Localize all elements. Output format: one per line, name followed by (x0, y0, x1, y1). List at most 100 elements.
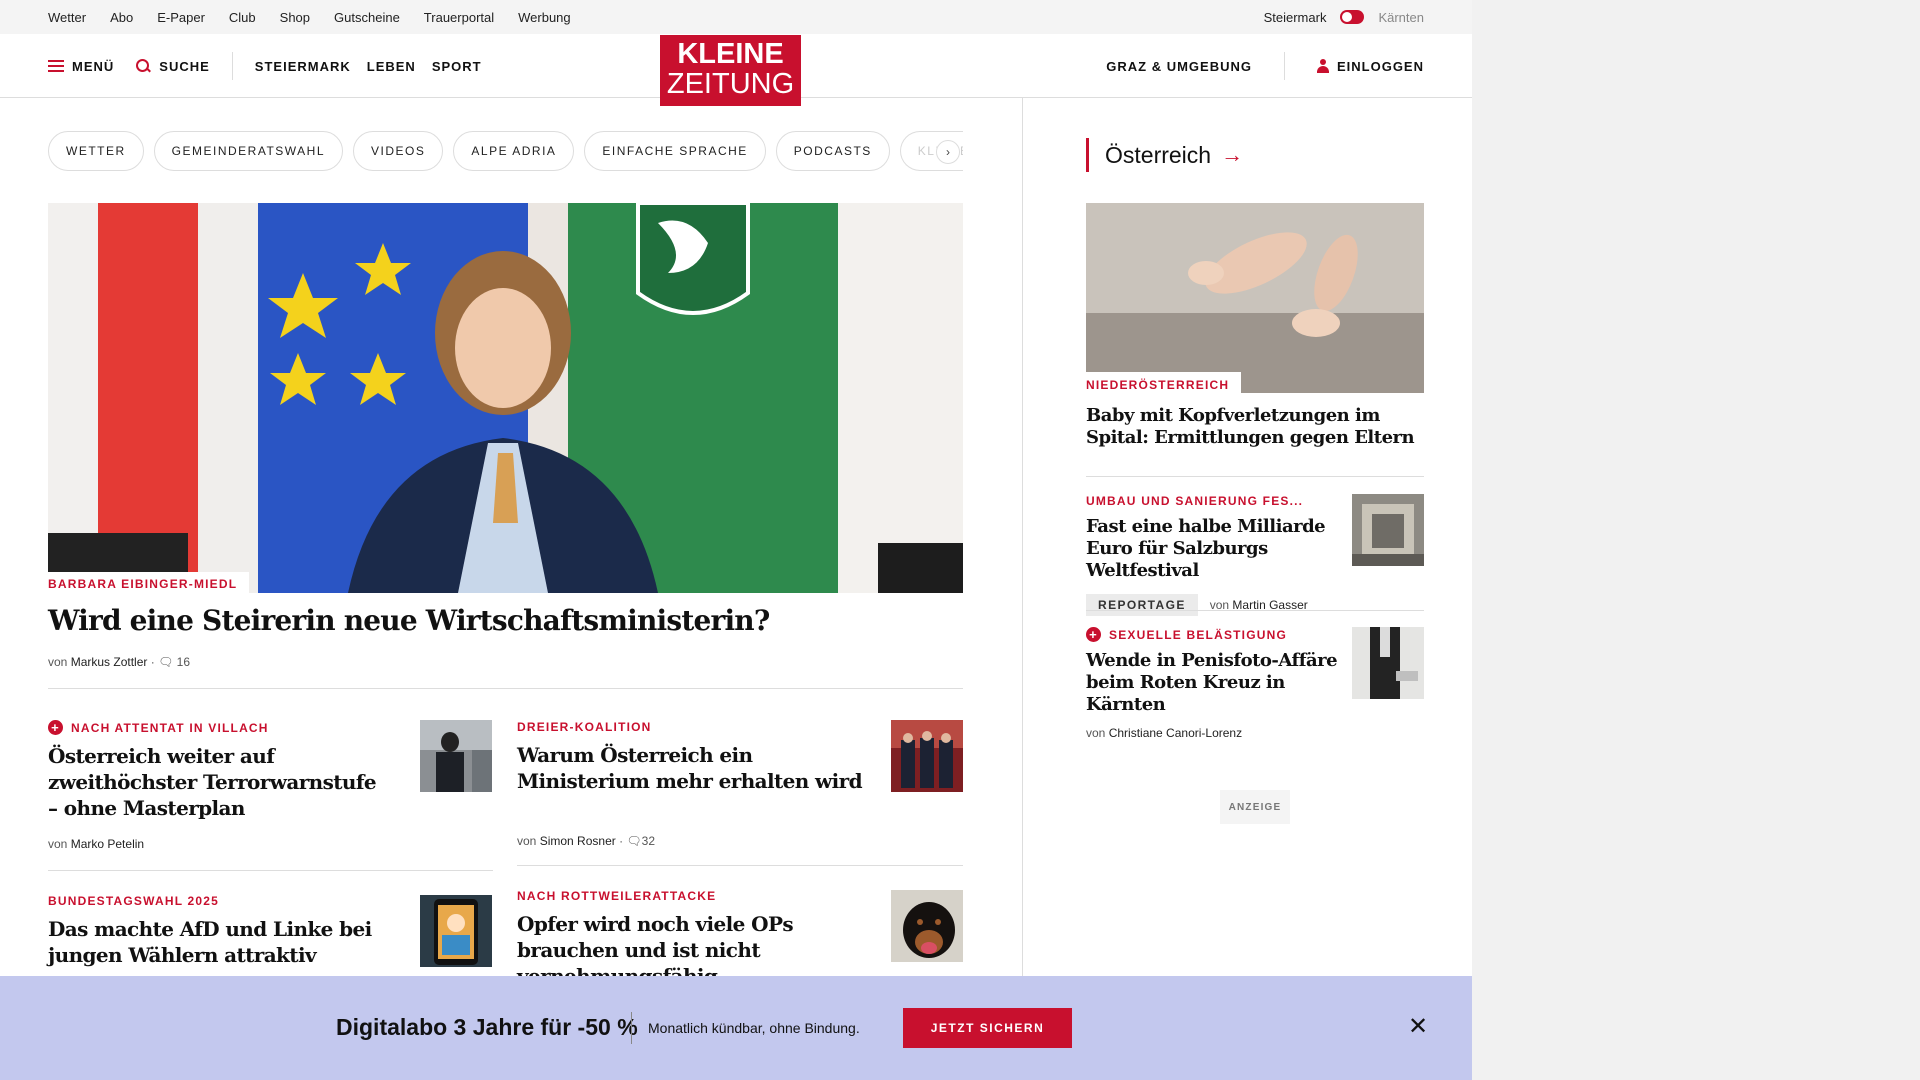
article-title: Das machte AfD und Linke bei jungen Wähl… (48, 917, 372, 967)
hero-separator (48, 688, 963, 689)
util-link-abo[interactable]: Abo (110, 10, 133, 25)
chip-podcasts[interactable]: PODCASTS (775, 131, 890, 171)
ad-label: ANZEIGE (1220, 790, 1290, 824)
byline-prefix: von (48, 837, 68, 851)
article-thumbnail[interactable] (420, 895, 492, 967)
article-card[interactable]: + NACH ATTENTAT IN VILLACH Österreich wei… (48, 720, 378, 851)
region-switch: Steiermark Kärnten (1264, 0, 1424, 34)
baby-feet-illustration (1086, 203, 1424, 393)
byline-prefix: von (1086, 726, 1106, 740)
region-toggle[interactable] (1340, 10, 1365, 24)
nav-steiermark[interactable]: STEIERMARK (255, 59, 351, 74)
util-link-shop[interactable]: Shop (280, 10, 310, 25)
util-link-epaper[interactable]: E-Paper (157, 10, 205, 25)
header-divider-right (1283, 52, 1285, 80)
chip-videos[interactable]: VIDEOS (353, 131, 444, 171)
util-link-club[interactable]: Club (229, 10, 256, 25)
header-nav: MENÜ SUCHE STEIERMARK LEBEN SPORT (48, 34, 498, 98)
page: Wetter Abo E-Paper Club Shop Gutscheine … (0, 0, 1472, 1080)
side-title[interactable]: Baby mit Kopfverletzungen im Spital: Erm… (1086, 405, 1424, 449)
side-byline: von Christiane Canori-Lorenz (1086, 726, 1346, 740)
article-comment-count[interactable]: 32 (642, 834, 655, 848)
util-link-trauerportal[interactable]: Trauerportal (424, 10, 494, 25)
login-button[interactable]: EINLOGGEN (1337, 59, 1424, 74)
article-thumbnail[interactable] (420, 720, 492, 792)
article-separator (48, 870, 493, 871)
reportage-tag: REPORTAGE (1086, 594, 1198, 616)
banner-title: Digitalabo 3 Jahre für -50 % (336, 1014, 638, 1040)
util-link-gutscheine[interactable]: Gutscheine (334, 10, 400, 25)
section-heading-label: Österreich (1105, 141, 1212, 168)
side-author[interactable]: Christiane Canori-Lorenz (1109, 726, 1242, 740)
side-thumbnail[interactable] (1352, 494, 1424, 566)
subscribe-button[interactable]: JETZT SICHERN (903, 1008, 1072, 1048)
article-kicker: DREIER-KOALITION (517, 720, 877, 734)
menu-button[interactable]: MENÜ (48, 59, 114, 74)
logo-bottom: ZEITUNG (666, 68, 795, 100)
logo-top: KLEINE (677, 38, 784, 70)
section-heading-oesterreich[interactable]: Österreich → (1086, 138, 1243, 172)
thumb-phone-illustration (420, 895, 492, 967)
hero-headline[interactable]: Wird eine Steirerin neue Wirtschaftsmini… (48, 604, 770, 637)
article-author[interactable]: Marko Petelin (71, 837, 144, 851)
side-separator (1086, 476, 1424, 477)
search-icon (136, 58, 151, 74)
hero-byline: von Markus Zottler · 🗨 16 (48, 655, 190, 669)
page-margin (1472, 0, 1920, 1080)
article-kicker: BUNDESTAGSWAHL 2025 (48, 894, 378, 908)
byline-prefix: von (48, 655, 68, 669)
search-label: SUCHE (159, 58, 210, 74)
article-title: Österreich weiter auf zweithöchster Terr… (48, 744, 377, 820)
nav-graz[interactable]: GRAZ & UMGEBUNG (1106, 59, 1252, 74)
article-kicker-text: NACH ATTENTAT IN VILLACH (71, 720, 269, 735)
article-thumbnail[interactable] (891, 890, 963, 962)
side-kicker: + SEXUELLE BELÄSTIGUNG (1086, 627, 1346, 642)
nav-leben[interactable]: LEBEN (367, 59, 416, 74)
article-card[interactable]: NACH ROTTWEILERATTACKE Opfer wird noch v… (517, 889, 877, 989)
side-meta: REPORTAGE von Martin Gasser (1086, 594, 1346, 616)
side-feature-image[interactable] (1086, 203, 1424, 393)
column-divider (1022, 98, 1023, 978)
hamburger-icon (48, 60, 64, 72)
side-article-card[interactable]: + SEXUELLE BELÄSTIGUNG Wende in Penisfoto… (1086, 627, 1346, 740)
chip-einfache-sprache[interactable]: EINFACHE SPRACHE (584, 131, 766, 171)
article-card[interactable]: DREIER-KOALITION Warum Österreich ein Mi… (517, 720, 877, 848)
comment-icon: 🗨 (158, 655, 174, 669)
article-thumbnail[interactable] (891, 720, 963, 792)
article-author[interactable]: Simon Rosner (540, 834, 616, 848)
plus-icon: + (48, 720, 63, 735)
close-icon[interactable]: ✕ (1408, 1012, 1428, 1041)
article-kicker: NACH ROTTWEILERATTACKE (517, 889, 877, 903)
site-logo[interactable]: KLEINE ZEITUNG (660, 35, 801, 106)
hero-kicker[interactable]: BARBARA EIBINGER-MIEDL (48, 572, 250, 594)
menu-label: MENÜ (72, 58, 115, 74)
side-separator (1086, 610, 1424, 611)
hero-author[interactable]: Markus Zottler (71, 655, 148, 669)
chip-gemeinderatswahl[interactable]: GEMEINDERATSWAHL (153, 131, 344, 171)
plus-icon: + (1086, 627, 1101, 642)
hero-photo-illustration (48, 203, 963, 593)
side-article-card[interactable]: UMBAU UND SANIERUNG FES... Fast eine hal… (1086, 494, 1346, 616)
utility-bar: Wetter Abo E-Paper Club Shop Gutscheine … (0, 0, 1472, 34)
chip-alpe-adria[interactable]: ALPE ADRIA (453, 131, 575, 171)
article-card[interactable]: BUNDESTAGSWAHL 2025 Das machte AfD und L… (48, 894, 378, 968)
nav-sport[interactable]: SPORT (432, 59, 482, 74)
article-kicker-text: DREIER-KOALITION (517, 720, 652, 734)
region-other-label[interactable]: Kärnten (1378, 10, 1424, 25)
hero-image[interactable] (48, 203, 963, 593)
hero-comment-count[interactable]: 16 (177, 655, 190, 669)
search-button[interactable]: SUCHE (136, 58, 210, 74)
person-suit-illustration (1352, 627, 1424, 699)
chip-wetter[interactable]: WETTER (48, 131, 144, 171)
article-kicker-text: NACH ROTTWEILERATTACKE (517, 889, 717, 903)
side-kicker: UMBAU UND SANIERUNG FES... (1086, 494, 1346, 508)
util-link-wetter[interactable]: Wetter (48, 10, 86, 25)
banner-subtitle: Monatlich kündbar, ohne Bindung. (648, 1020, 860, 1036)
header-divider (231, 52, 233, 80)
chips-next-button[interactable]: › (936, 140, 960, 164)
side-kicker[interactable]: NIEDERÖSTERREICH (1086, 372, 1242, 394)
side-thumbnail[interactable] (1352, 627, 1424, 699)
thumb-rottweiler-illustration (891, 890, 963, 962)
util-link-werbung[interactable]: Werbung (518, 10, 571, 25)
region-active-label[interactable]: Steiermark (1264, 10, 1327, 25)
